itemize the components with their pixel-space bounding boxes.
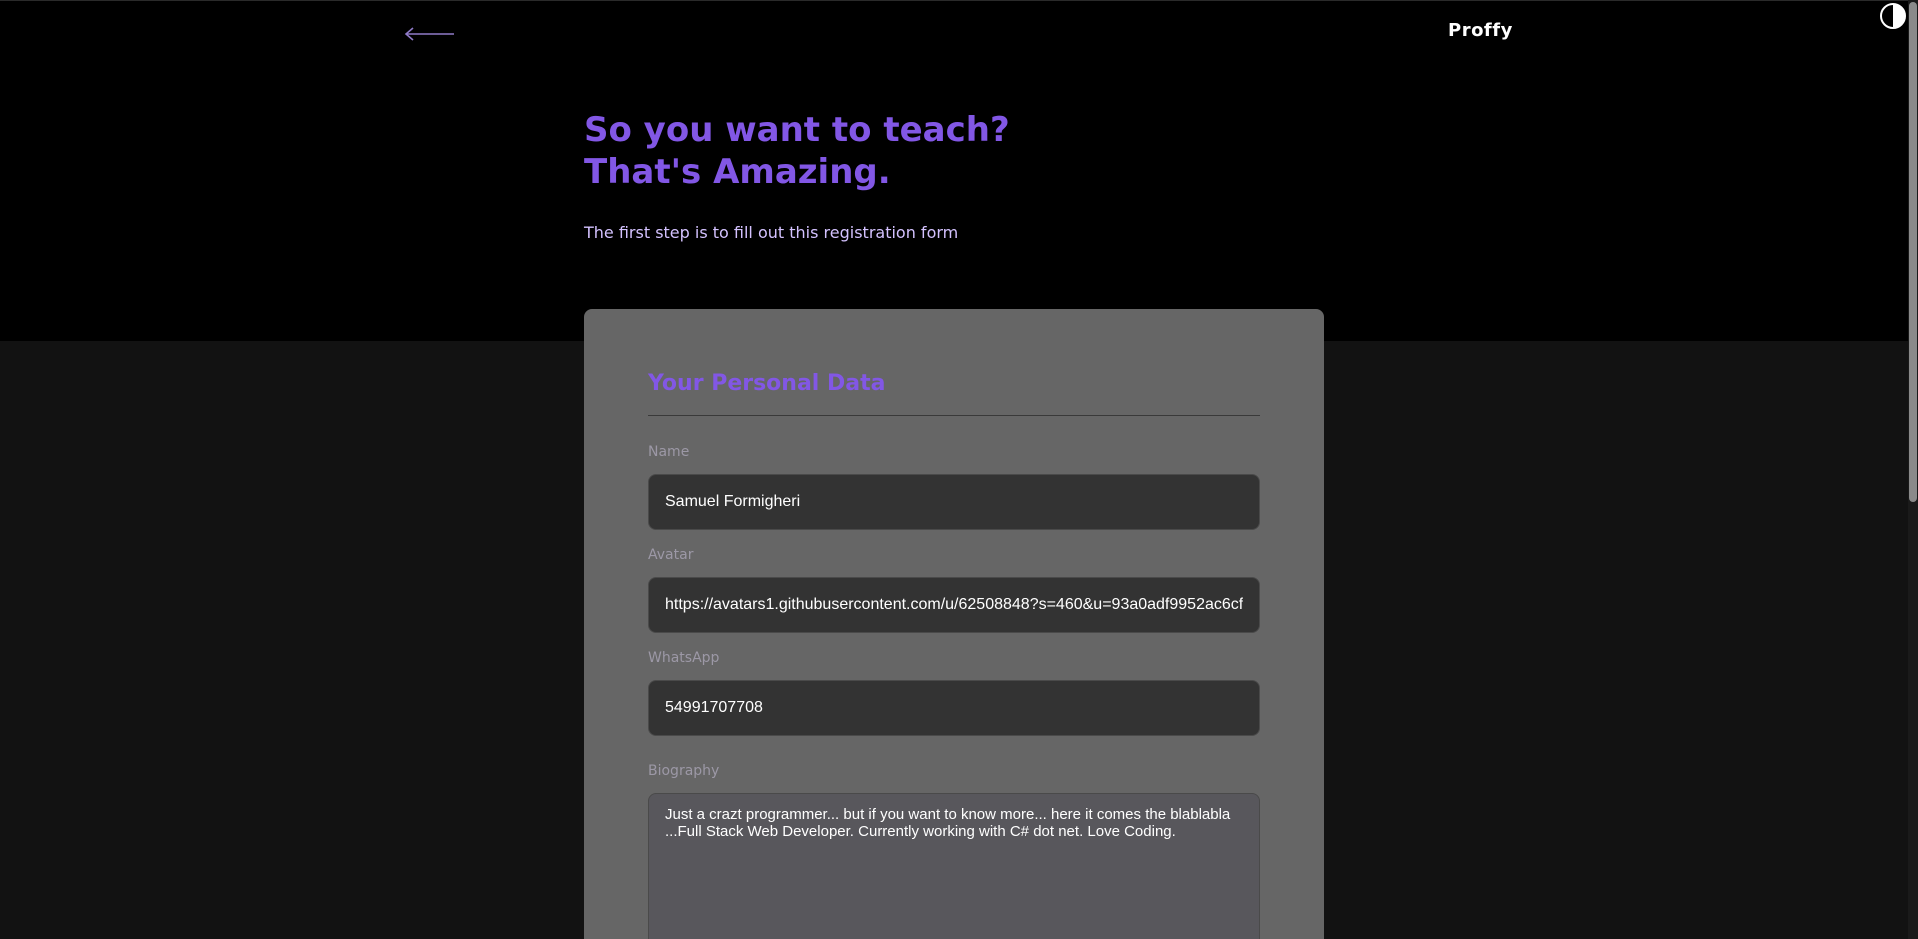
whatsapp-field[interactable] (648, 680, 1260, 736)
scrollbar-thumb[interactable] (1909, 2, 1917, 502)
name-label: Name (648, 444, 690, 460)
registration-form-card: Your Personal Data Name Avatar WhatsApp … (584, 309, 1324, 939)
contrast-toggle-icon (1880, 3, 1906, 29)
back-button[interactable] (400, 19, 456, 49)
biography-textarea[interactable]: Just a crazt programmer... but if you wa… (648, 793, 1260, 939)
section-divider (648, 415, 1260, 416)
section-title: Your Personal Data (648, 371, 886, 396)
page-title: So you want to teach? That's Amazing. (584, 109, 1104, 193)
vertical-scrollbar[interactable] (1908, 0, 1918, 939)
avatar-label: Avatar (648, 547, 694, 563)
arrow-left-icon (404, 27, 454, 41)
logo[interactable]: Proffy (1448, 20, 1513, 41)
page-header: Proffy So you want to teach? That's Amaz… (0, 0, 1918, 341)
page-title-line-2: That's Amazing. (584, 152, 891, 192)
page-title-line-1: So you want to teach? (584, 110, 1010, 150)
name-field[interactable] (648, 474, 1260, 530)
theme-toggle-button[interactable] (1879, 2, 1907, 30)
page-subtitle: The first step is to fill out this regis… (584, 223, 959, 242)
avatar-url-field[interactable] (648, 577, 1260, 633)
page: Proffy So you want to teach? That's Amaz… (0, 0, 1918, 939)
whatsapp-label: WhatsApp (648, 650, 720, 666)
biography-label: Biography (648, 763, 720, 779)
